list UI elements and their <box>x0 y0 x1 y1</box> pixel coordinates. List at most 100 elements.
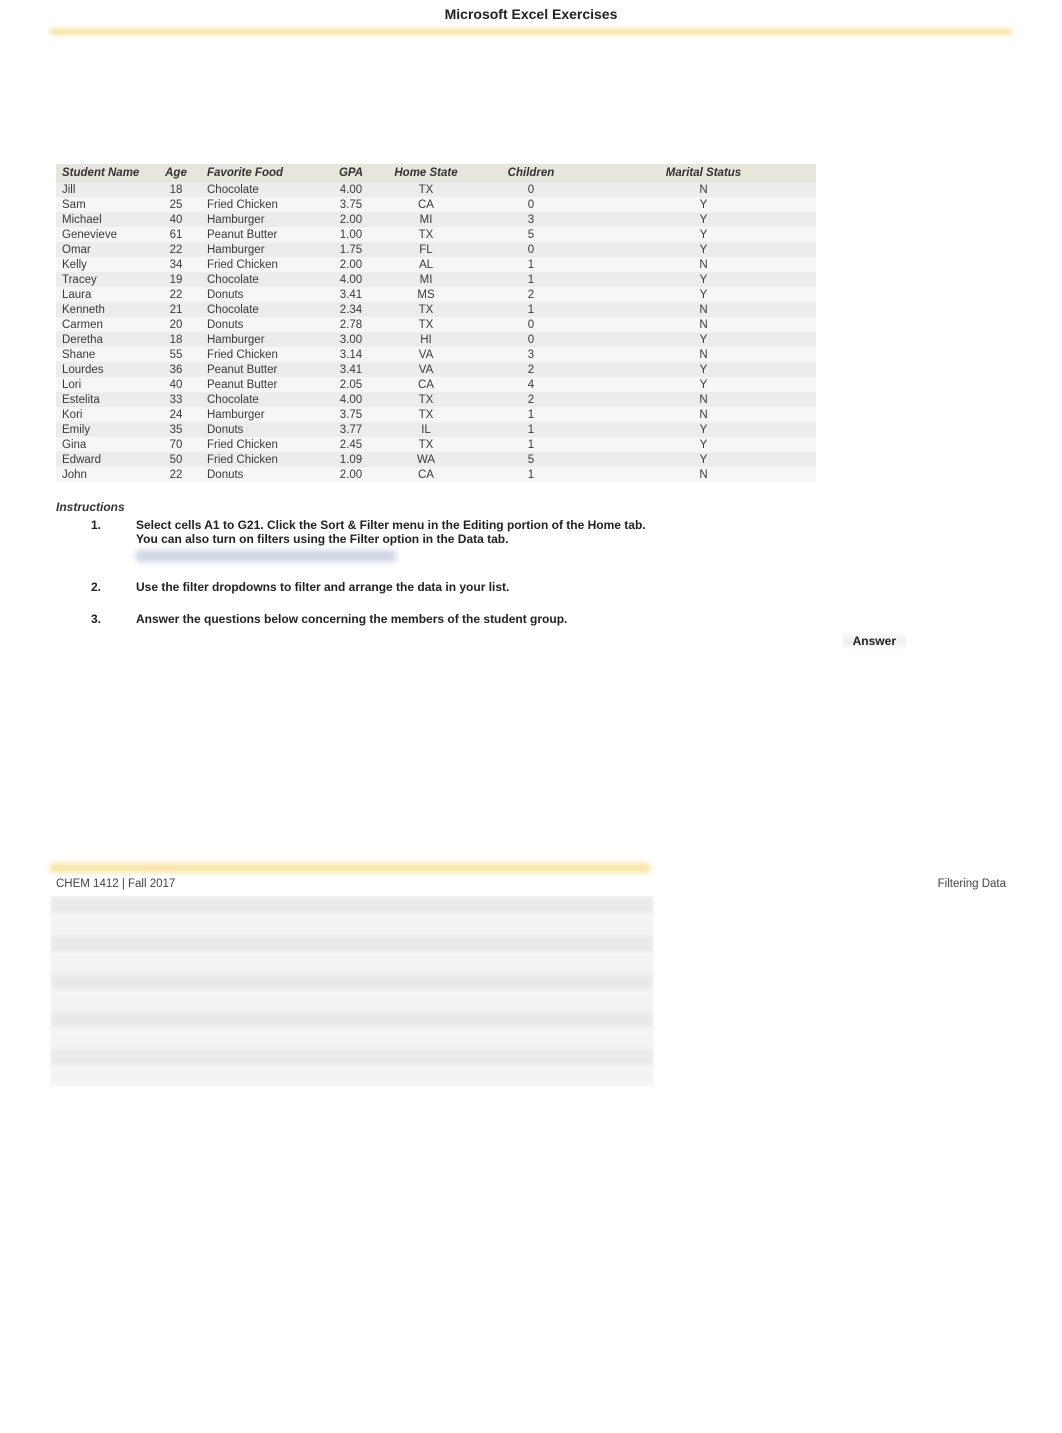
cell-marital: Y <box>591 242 816 257</box>
table-header-row: Student Name Age Favorite Food GPA Home … <box>56 164 816 182</box>
cell-children: 2 <box>471 287 591 302</box>
cell-children: 2 <box>471 392 591 407</box>
table-row: Omar22Hamburger1.75FL0Y <box>56 242 816 257</box>
cell-name: Lori <box>56 377 151 392</box>
cell-food: Donuts <box>201 287 321 302</box>
cell-name: Shane <box>56 347 151 362</box>
table-row: Genevieve61Peanut Butter1.00TX5Y <box>56 227 816 242</box>
cell-gpa: 3.75 <box>321 197 381 212</box>
cell-age: 40 <box>151 377 201 392</box>
cell-name: Omar <box>56 242 151 257</box>
cell-name: Kori <box>56 407 151 422</box>
cell-food: Hamburger <box>201 332 321 347</box>
table-row: Lori40Peanut Butter2.05CA4Y <box>56 377 816 392</box>
cell-food: Peanut Butter <box>201 227 321 242</box>
cell-age: 40 <box>151 212 201 227</box>
cell-state: TX <box>381 182 471 197</box>
cell-children: 1 <box>471 437 591 452</box>
cell-gpa: 3.75 <box>321 407 381 422</box>
cell-marital: N <box>591 467 816 482</box>
cell-name: Laura <box>56 287 151 302</box>
col-header-name: Student Name <box>56 164 151 182</box>
page-title: Microsoft Excel Exercises <box>0 0 1062 26</box>
cell-gpa: 2.78 <box>321 317 381 332</box>
cell-marital: N <box>591 182 816 197</box>
cell-gpa: 1.00 <box>321 227 381 242</box>
cell-children: 5 <box>471 452 591 467</box>
students-table: Student Name Age Favorite Food GPA Home … <box>56 164 816 482</box>
cell-age: 18 <box>151 332 201 347</box>
cell-age: 18 <box>151 182 201 197</box>
col-header-age: Age <box>151 164 201 182</box>
cell-marital: N <box>591 317 816 332</box>
cell-children: 1 <box>471 257 591 272</box>
cell-state: TX <box>381 227 471 242</box>
cell-gpa: 3.41 <box>321 362 381 377</box>
cell-age: 35 <box>151 422 201 437</box>
cell-gpa: 2.45 <box>321 437 381 452</box>
instruction-number: 1. <box>56 518 136 546</box>
table-row: Edward50Fried Chicken1.09WA5Y <box>56 452 816 467</box>
blurred-content-block <box>50 896 654 1086</box>
col-header-gpa: GPA <box>321 164 381 182</box>
cell-food: Hamburger <box>201 407 321 422</box>
cell-children: 4 <box>471 377 591 392</box>
cell-state: TX <box>381 302 471 317</box>
cell-gpa: 4.00 <box>321 272 381 287</box>
cell-age: 55 <box>151 347 201 362</box>
cell-marital: Y <box>591 452 816 467</box>
cell-marital: Y <box>591 332 816 347</box>
cell-marital: N <box>591 392 816 407</box>
instruction-subtext: You can also turn on filters using the F… <box>136 532 508 546</box>
cell-gpa: 2.00 <box>321 212 381 227</box>
cell-name: Edward <box>56 452 151 467</box>
table-row: Emily35Donuts3.77IL1Y <box>56 422 816 437</box>
cell-children: 0 <box>471 317 591 332</box>
cell-food: Hamburger <box>201 212 321 227</box>
cell-marital: Y <box>591 422 816 437</box>
table-row: Kenneth21Chocolate2.34TX1N <box>56 302 816 317</box>
cell-marital: Y <box>591 377 816 392</box>
cell-name: Deretha <box>56 332 151 347</box>
cell-gpa: 3.00 <box>321 332 381 347</box>
cell-age: 25 <box>151 197 201 212</box>
table-row: John22Donuts2.00CA1N <box>56 467 816 482</box>
table-row: Estelita33Chocolate4.00TX2N <box>56 392 816 407</box>
cell-gpa: 1.75 <box>321 242 381 257</box>
cell-state: VA <box>381 347 471 362</box>
table-row: Sam25Fried Chicken3.75CA0Y <box>56 197 816 212</box>
cell-name: Sam <box>56 197 151 212</box>
cell-children: 1 <box>471 407 591 422</box>
cell-children: 3 <box>471 347 591 362</box>
cell-children: 3 <box>471 212 591 227</box>
cell-gpa: 3.77 <box>321 422 381 437</box>
col-header-food: Favorite Food <box>201 164 321 182</box>
instruction-number: 3. <box>56 612 136 626</box>
cell-state: TX <box>381 437 471 452</box>
divider-band-bottom <box>50 860 650 874</box>
cell-children: 1 <box>471 422 591 437</box>
instruction-3: 3. Answer the questions below concerning… <box>56 612 1006 626</box>
cell-children: 0 <box>471 242 591 257</box>
cell-food: Hamburger <box>201 242 321 257</box>
instruction-2: 2. Use the filter dropdowns to filter an… <box>56 580 1006 594</box>
cell-state: MI <box>381 212 471 227</box>
instructions-heading: Instructions <box>56 500 1006 514</box>
col-header-marital: Marital Status <box>591 164 816 182</box>
cell-gpa: 3.14 <box>321 347 381 362</box>
cell-state: CA <box>381 197 471 212</box>
table-row: Kelly34Fried Chicken2.00AL1N <box>56 257 816 272</box>
table-row: Carmen20Donuts2.78TX0N <box>56 317 816 332</box>
cell-age: 22 <box>151 287 201 302</box>
cell-age: 22 <box>151 467 201 482</box>
instruction-text: Use the filter dropdowns to filter and a… <box>136 580 1006 594</box>
table-row: Gina70Fried Chicken2.45TX1Y <box>56 437 816 452</box>
cell-food: Donuts <box>201 467 321 482</box>
cell-gpa: 4.00 <box>321 392 381 407</box>
cell-name: John <box>56 467 151 482</box>
answer-column-header: Answer <box>843 632 906 650</box>
cell-state: HI <box>381 332 471 347</box>
instruction-text: Answer the questions below concerning th… <box>136 612 1006 626</box>
cell-food: Chocolate <box>201 302 321 317</box>
table-row: Shane55Fried Chicken3.14VA3N <box>56 347 816 362</box>
